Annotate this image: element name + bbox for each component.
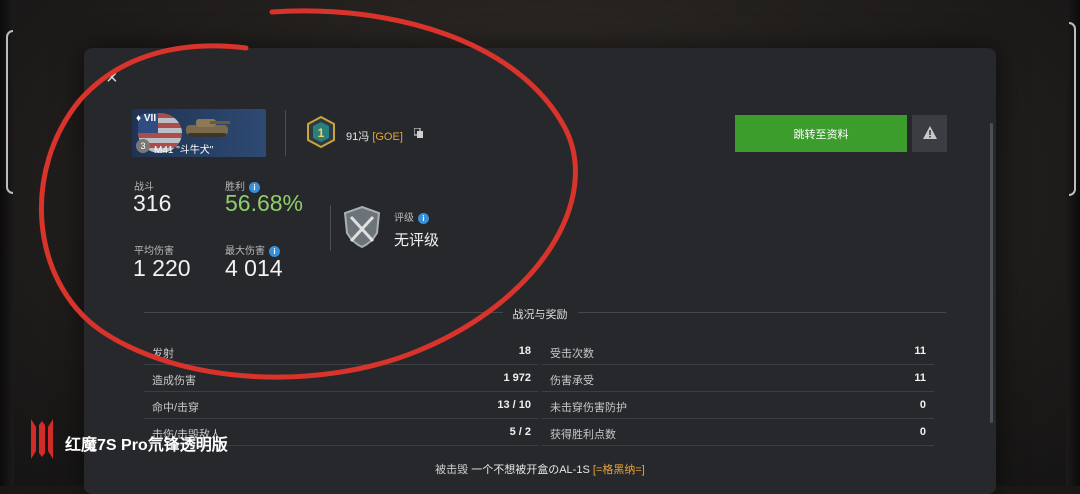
clan-tag: [GOE] (372, 131, 403, 143)
rating-value: 无评级 (394, 232, 440, 249)
table-row: 造成伤害 1 972 (144, 364, 539, 392)
row-value: 1 972 (503, 372, 531, 384)
rating-label: 评级 (394, 213, 414, 224)
divider (285, 110, 286, 156)
report-button[interactable] (912, 115, 947, 152)
info-icon[interactable]: i (418, 212, 429, 224)
row-label: 受击次数 (550, 348, 594, 360)
copy-icon[interactable] (414, 128, 423, 138)
tank-tier: ♦ VII (136, 113, 157, 124)
killer-clan-tag[interactable]: [=格黑纳=] (593, 464, 645, 476)
max-damage-value: 4 014 (225, 255, 283, 281)
tank-card[interactable]: ♦ VII 3 M41 "斗牛犬" (132, 109, 266, 157)
row-value: 13 / 10 (497, 399, 531, 411)
battles-value: 316 (133, 190, 172, 216)
row-label: 命中/击穿 (152, 402, 200, 414)
red-magic-logo-icon (31, 419, 53, 459)
row-label: 获得胜利点数 (550, 429, 616, 441)
scrollbar[interactable] (990, 123, 993, 423)
row-value: 0 (919, 399, 926, 411)
watermark-text: 红魔7S Pro氘锋透明版 (65, 437, 228, 454)
table-row: 伤害承受 11 (542, 364, 934, 392)
destroyed-by-prefix: 被击毁 (435, 464, 469, 476)
player-name: 91冯 [GOE] (346, 128, 403, 144)
go-to-profile-button[interactable]: 跳转至资料 (735, 115, 907, 152)
rating-shield-icon (343, 205, 381, 249)
row-label: 未击穿伤害防护 (550, 402, 627, 414)
clan-emblem-icon[interactable]: 1 (305, 116, 337, 148)
destroyed-by-line: 被击毁 一个不想被开盒のAL-1S [=格黑纳=] (84, 461, 996, 477)
player-nickname: 91冯 (346, 131, 370, 143)
device-edge-right (1066, 0, 1080, 486)
row-label: 发射 (152, 348, 174, 360)
table-row: 命中/击穿 13 / 10 (144, 391, 539, 419)
divider (330, 205, 331, 251)
close-button[interactable]: × (106, 68, 118, 88)
avg-damage-value: 1 220 (133, 255, 191, 281)
table-row: 发射 18 (144, 337, 539, 365)
tank-name: M41 "斗牛犬" (154, 145, 214, 156)
table-row: 受击次数 11 (542, 337, 934, 365)
row-label: 造成伤害 (152, 375, 196, 387)
winrate-value: 56.68% (225, 190, 304, 216)
tank-tier-text: VII (143, 113, 157, 124)
section-title-wrap: 战况与奖励 (84, 306, 996, 322)
row-value: 0 (919, 426, 926, 438)
killer-name[interactable]: 一个不想被开盒のAL-1S (471, 464, 590, 476)
clan-emblem-label: 1 (318, 126, 325, 140)
row-label: 伤害承受 (550, 375, 594, 387)
warning-icon (922, 125, 937, 139)
tank-icon (186, 119, 230, 137)
device-edge-left (0, 0, 14, 486)
row-value: 11 (914, 372, 926, 384)
section-title: 战况与奖励 (502, 309, 578, 321)
table-row: 未击穿伤害防护 0 (542, 391, 934, 419)
table-row: 获得胜利点数 0 (542, 418, 934, 446)
rating-label-row: 评级 i (394, 209, 429, 224)
mastery-badge: 3 (136, 139, 150, 153)
row-value: 11 (914, 345, 926, 357)
player-stats-panel: × ♦ VII 3 M41 "斗牛犬" 1 91冯 [GOE] 跳转至资料 战斗… (84, 48, 996, 494)
row-value: 18 (518, 345, 531, 357)
row-value: 5 / 2 (509, 426, 531, 438)
